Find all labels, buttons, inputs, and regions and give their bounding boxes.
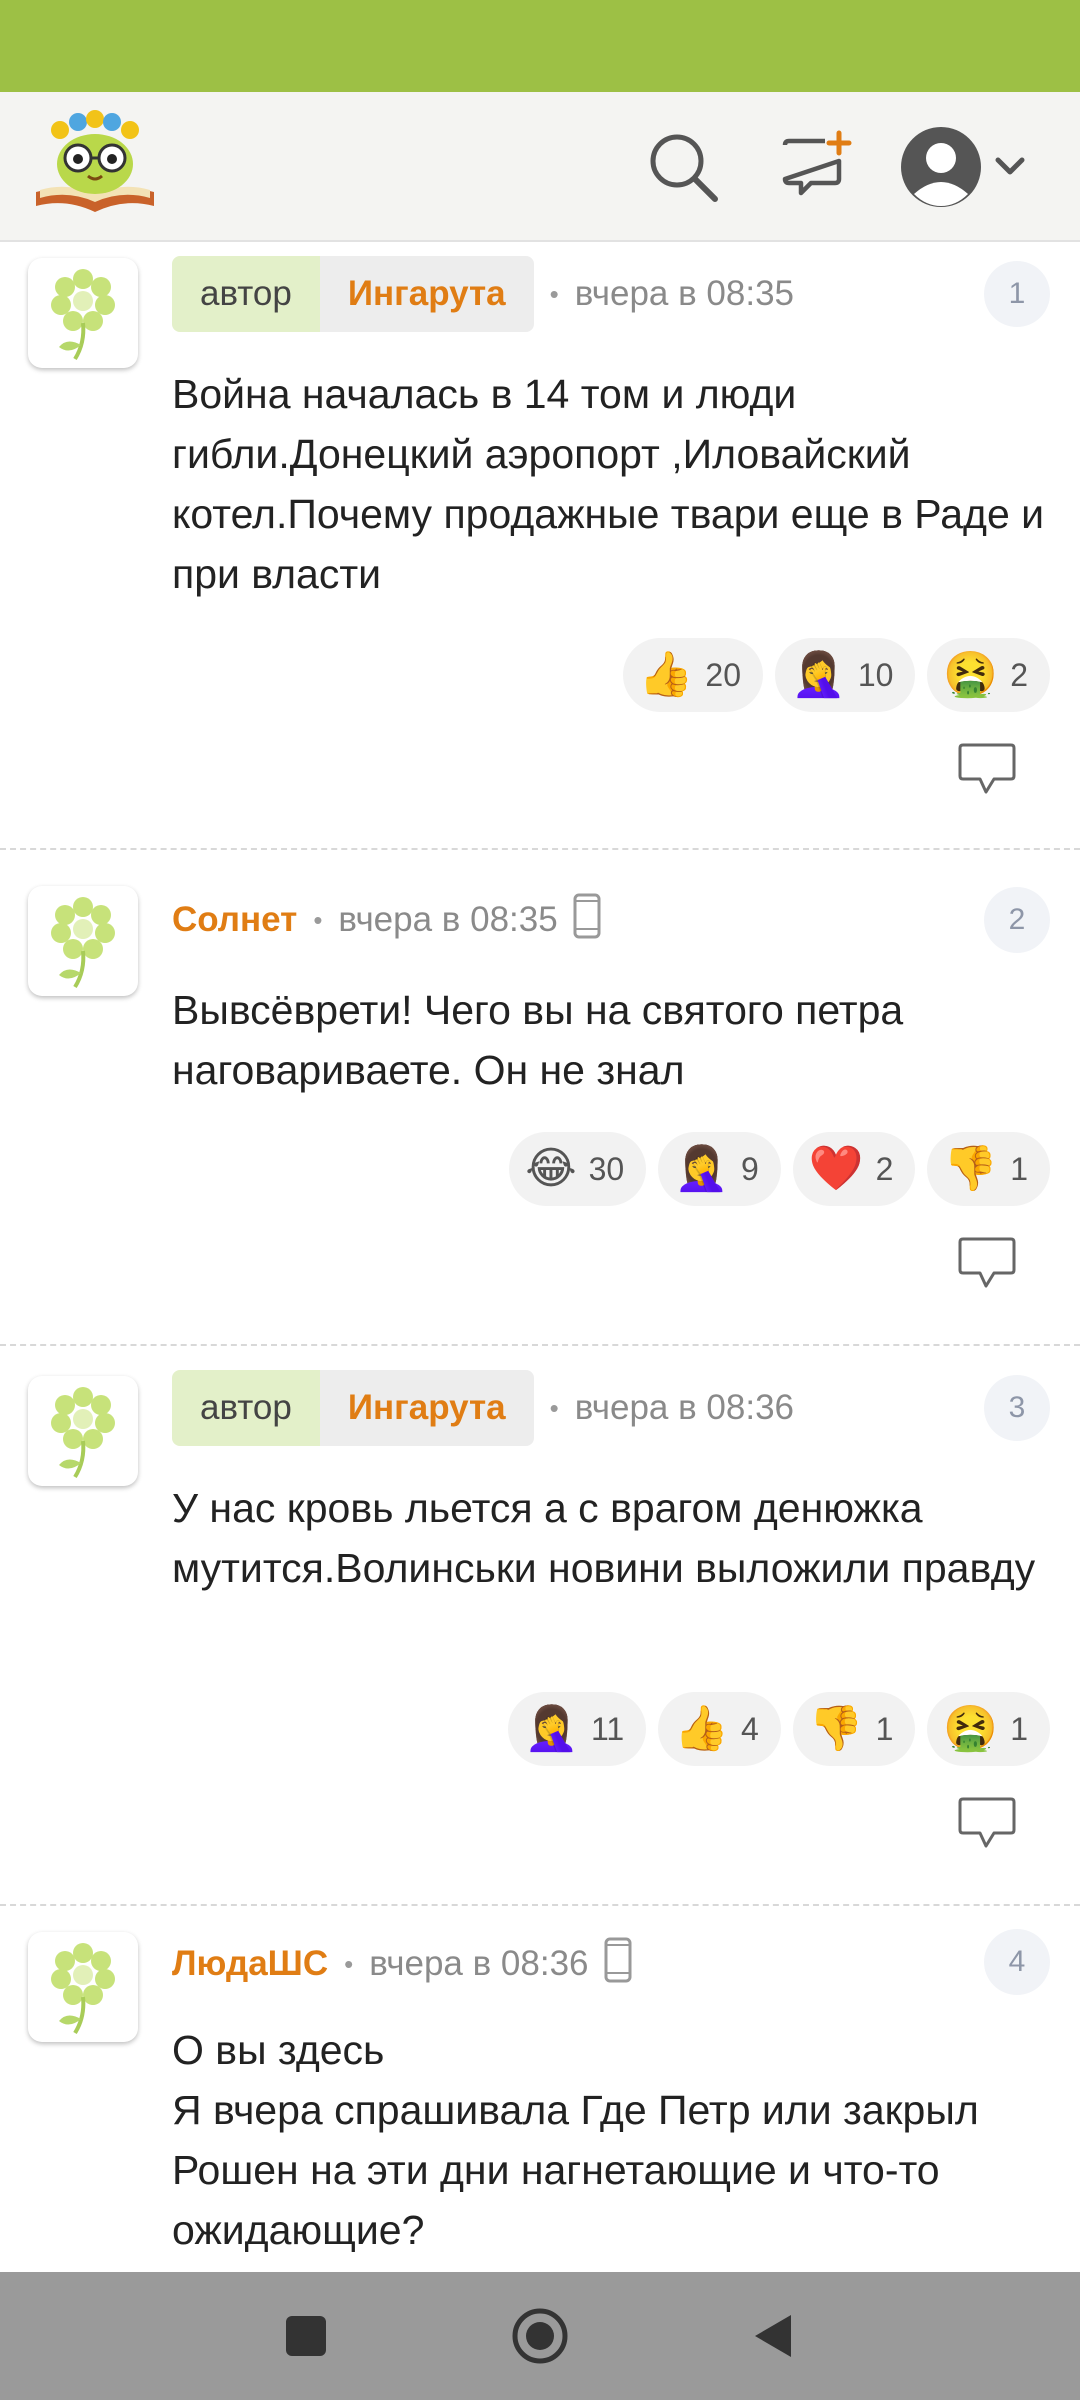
reaction-count: 2 (875, 1150, 894, 1187)
comment-text: Война началась в 14 том и люди гибли.Дон… (172, 371, 1045, 597)
reaction-count: 11 (591, 1710, 625, 1747)
separator-dot: • (344, 1948, 354, 1979)
square-recents-icon[interactable] (276, 2306, 336, 2366)
comment-time[interactable]: вчера в 08:35 (575, 274, 794, 314)
thumbs-down-icon: 👎 (808, 1704, 864, 1753)
red-heart-icon: ❤️ (808, 1144, 864, 1193)
comment-text: У нас кровь льется а с врагом денюжка му… (172, 1485, 1036, 1591)
new-post-icon[interactable] (770, 122, 860, 212)
comment-text: Вывсёврети! Чего вы на святого петра наг… (172, 987, 904, 1093)
app-header (0, 92, 1080, 242)
reaction-count: 1 (875, 1710, 894, 1747)
comment-number-badge: 4 (984, 1929, 1050, 1995)
comment-divider (0, 1344, 1080, 1346)
reaction-count: 1 (1010, 1150, 1028, 1187)
comment-header: ЛюдаШС • вчера в 08:36 (172, 1926, 633, 2002)
separator-dot: • (549, 278, 559, 309)
reaction-thumbs-up[interactable]: 👍 4 (658, 1692, 781, 1766)
comment-header: автор Ингарута • вчера в 08:36 (172, 1370, 794, 1446)
reply-icon[interactable] (956, 1796, 1018, 1850)
reaction-count: 9 (741, 1150, 759, 1187)
mobile-phone-icon (572, 893, 602, 948)
reaction-thumbs-down[interactable]: 👎 1 (927, 1132, 1050, 1206)
reaction-count: 4 (741, 1710, 759, 1747)
thumbs-up-icon: 👍 (638, 650, 694, 699)
reaction-facepalm[interactable]: 🤦‍♀️ 11 (508, 1692, 647, 1766)
comment-header: Солнет • вчера в 08:35 (172, 882, 602, 958)
separator-dot: • (313, 904, 323, 935)
reaction-nauseated[interactable]: 🤮 1 (927, 1692, 1050, 1766)
reactions-bar: 👍 20 🤦‍♀️ 10 🤮 2 (622, 638, 1050, 712)
comment-time[interactable]: вчера в 08:36 (369, 1944, 588, 1984)
comment-number-badge: 2 (984, 887, 1050, 953)
author-tag[interactable]: автор Ингарута (172, 1370, 534, 1446)
comment-divider (0, 1904, 1080, 1906)
separator-dot: • (549, 1392, 559, 1423)
facepalm-icon: 🤦‍♀️ (674, 1144, 730, 1193)
laughing-tears-icon: 😂 (525, 1144, 577, 1193)
status-bar (0, 0, 1080, 92)
system-navigation-bar (0, 2272, 1080, 2400)
facepalm-icon: 🤦‍♀️ (524, 1704, 579, 1753)
reply-icon[interactable] (956, 742, 1018, 796)
reaction-thumbs-up[interactable]: 👍 20 (622, 638, 764, 712)
username[interactable]: Солнет (172, 900, 297, 940)
reaction-laughing[interactable]: 😂 30 (509, 1132, 647, 1206)
nauseated-face-icon: 🤮 (943, 1704, 999, 1753)
user-menu[interactable] (896, 122, 1036, 212)
flower-avatar-icon[interactable] (28, 1376, 138, 1486)
flower-avatar-icon[interactable] (28, 258, 138, 368)
reactions-bar: 😂 30 🤦‍♀️ 9 ❤️ 2 👎 1 (509, 1132, 1050, 1206)
reaction-count: 2 (1010, 656, 1028, 693)
circle-home-icon[interactable] (510, 2306, 570, 2366)
comment-time[interactable]: вчера в 08:35 (338, 900, 557, 940)
reading-owl-logo-icon[interactable] (30, 106, 160, 218)
comment-header: автор Ингарута • вчера в 08:35 (172, 256, 794, 332)
comment-number-badge: 1 (984, 261, 1050, 327)
thumbs-up-icon: 👍 (674, 1704, 730, 1753)
author-label: автор (172, 256, 320, 332)
comment-text: О вы здесь Я вчера спрашивала Где Петр и… (172, 2027, 979, 2253)
author-label: автор (172, 1370, 320, 1446)
user-avatar-icon (901, 127, 1025, 207)
thumbs-down-icon: 👎 (943, 1144, 999, 1193)
reaction-facepalm[interactable]: 🤦‍♀️ 10 (775, 638, 916, 712)
comment-time[interactable]: вчера в 08:36 (575, 1388, 794, 1428)
reaction-count: 20 (705, 656, 742, 693)
username[interactable]: Ингарута (319, 1370, 534, 1446)
reaction-count: 10 (857, 656, 894, 693)
reply-icon[interactable] (956, 1236, 1018, 1290)
username[interactable]: ЛюдаШС (172, 1944, 328, 1984)
search-icon[interactable] (638, 122, 728, 212)
triangle-back-icon[interactable] (744, 2306, 804, 2366)
comment-number-badge: 3 (984, 1375, 1050, 1441)
reaction-heart[interactable]: ❤️ 2 (792, 1132, 916, 1206)
author-tag[interactable]: автор Ингарута (172, 256, 534, 332)
flower-avatar-icon[interactable] (28, 1932, 138, 2042)
reaction-nauseated[interactable]: 🤮 2 (927, 638, 1050, 712)
reaction-facepalm[interactable]: 🤦‍♀️ 9 (658, 1132, 781, 1206)
reaction-count: 30 (588, 1150, 625, 1187)
nauseated-face-icon: 🤮 (943, 650, 999, 699)
username[interactable]: Ингарута (319, 256, 534, 332)
reaction-thumbs-down[interactable]: 👎 1 (792, 1692, 916, 1766)
comment-divider (0, 848, 1080, 850)
reactions-bar: 🤦‍♀️ 11 👍 4 👎 1 🤮 1 (508, 1692, 1050, 1766)
facepalm-icon: 🤦‍♀️ (791, 650, 846, 699)
mobile-phone-icon (603, 1937, 633, 1992)
flower-avatar-icon[interactable] (28, 886, 138, 996)
reaction-count: 1 (1010, 1710, 1028, 1747)
